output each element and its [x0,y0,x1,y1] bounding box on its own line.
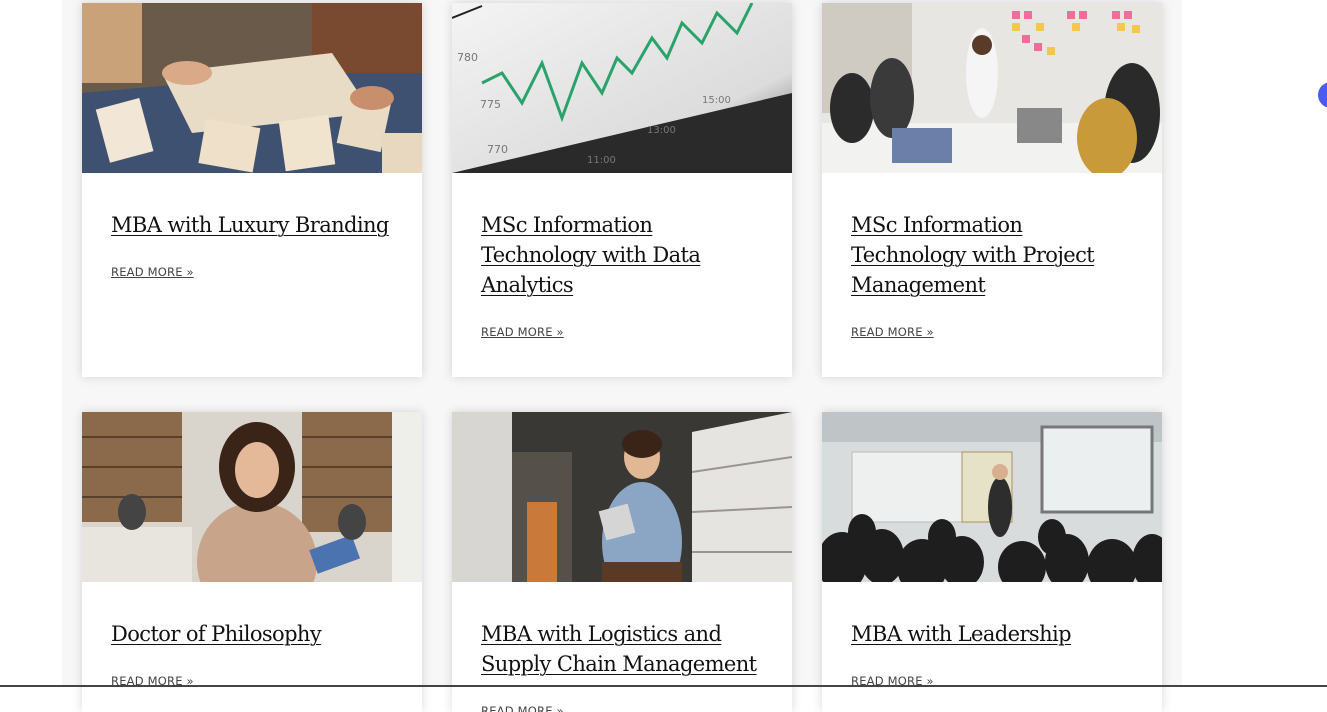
course-card: MBA with Leadership READ MORE » [822,412,1162,712]
svg-text:775: 775 [480,98,501,111]
course-title[interactable]: MBA with Logistics and Supply Chain Mana… [481,619,763,679]
course-image-philosophy[interactable] [82,412,422,582]
svg-text:770: 770 [487,143,508,156]
course-card: MBA with Luxury Branding READ MORE » [82,3,422,377]
course-title[interactable]: MSc Information Technology with Project … [851,210,1133,300]
svg-text:15:00: 15:00 [702,95,731,106]
read-more-link[interactable]: READ MORE » [481,704,564,712]
course-title[interactable]: Doctor of Philosophy [111,619,393,649]
course-card: MBA with Logistics and Supply Chain Mana… [452,412,792,712]
read-more-link[interactable]: READ MORE » [111,265,194,279]
course-image-data-analytics[interactable]: 780 775 770 11:00 13:00 15:00 [452,3,792,173]
course-image-leadership[interactable] [822,412,1162,582]
course-title[interactable]: MBA with Luxury Branding [111,210,393,240]
course-title[interactable]: MBA with Leadership [851,619,1133,649]
read-more-link[interactable]: READ MORE » [851,325,934,339]
course-title[interactable]: MSc Information Technology with Data Ana… [481,210,763,300]
course-card: Doctor of Philosophy READ MORE » [82,412,422,712]
svg-text:13:00: 13:00 [647,125,676,136]
svg-text:780: 780 [457,51,478,64]
course-card: MSc Information Technology with Project … [822,3,1162,377]
read-more-link[interactable]: READ MORE » [481,325,564,339]
course-image-logistics[interactable] [452,412,792,582]
svg-text:11:00: 11:00 [587,155,616,166]
course-card: 780 775 770 11:00 13:00 15:00 MSc Inform… [452,3,792,377]
chat-bubble-icon[interactable] [1318,82,1327,108]
course-image-project-management[interactable] [822,3,1162,173]
course-image-luxury-branding[interactable] [82,3,422,173]
